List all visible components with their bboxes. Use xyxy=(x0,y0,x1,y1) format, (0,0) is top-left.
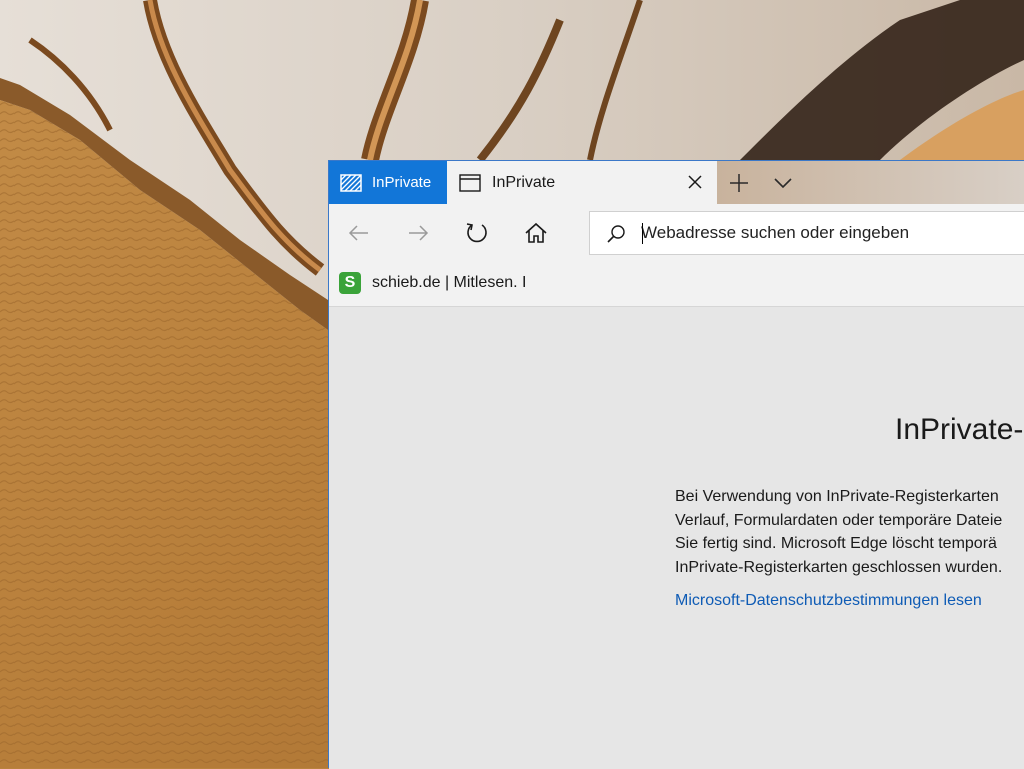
search-icon xyxy=(607,225,625,243)
inprivate-badge[interactable]: InPrivate xyxy=(329,161,447,204)
favorites-bar: S schieb.de | Mitlesen. I xyxy=(329,262,1024,307)
page-content: InPrivate- Bei Verwendung von InPrivate-… xyxy=(329,307,1024,769)
chevron-down-icon[interactable] xyxy=(771,173,795,193)
page-title: InPrivate- xyxy=(895,413,1024,446)
page-description: Bei Verwendung von InPrivate-Registerkar… xyxy=(675,485,1024,579)
browser-window: InPrivate InPrivate Webadresse suchen od… xyxy=(328,160,1024,769)
refresh-icon[interactable] xyxy=(464,220,490,246)
inprivate-icon xyxy=(340,173,362,192)
inprivate-badge-label: InPrivate xyxy=(372,174,432,191)
description-line: InPrivate-Registerkarten geschlossen wur… xyxy=(675,558,1003,576)
arrow-right-icon[interactable] xyxy=(405,220,431,246)
tab-title: InPrivate xyxy=(492,173,556,191)
description-line: Verlauf, Formulardaten oder temporäre Da… xyxy=(675,511,1003,529)
privacy-statement-link[interactable]: Microsoft-Datenschutzbestimmungen lesen xyxy=(675,592,982,610)
schieb-favicon-icon: S xyxy=(339,272,361,294)
address-bar[interactable] xyxy=(589,211,1024,255)
favorite-label: schieb.de | Mitlesen. I xyxy=(372,274,527,291)
description-line: Sie fertig sind. Microsoft Edge löscht t… xyxy=(675,535,997,552)
text-caret xyxy=(642,223,643,244)
home-icon[interactable] xyxy=(523,220,549,246)
address-input[interactable] xyxy=(641,220,1021,246)
arrow-left-icon[interactable] xyxy=(346,220,372,246)
navigation-bar xyxy=(329,204,1024,262)
favorite-item-schieb[interactable]: S schieb.de | Mitlesen. I xyxy=(339,269,526,297)
page-icon xyxy=(459,173,481,192)
close-icon[interactable] xyxy=(685,172,705,192)
plus-icon[interactable] xyxy=(727,172,751,194)
tab-inprivate[interactable]: InPrivate xyxy=(447,161,717,204)
title-bar[interactable]: InPrivate InPrivate xyxy=(329,161,1024,204)
description-line: Bei Verwendung von InPrivate-Registerkar… xyxy=(675,488,999,505)
